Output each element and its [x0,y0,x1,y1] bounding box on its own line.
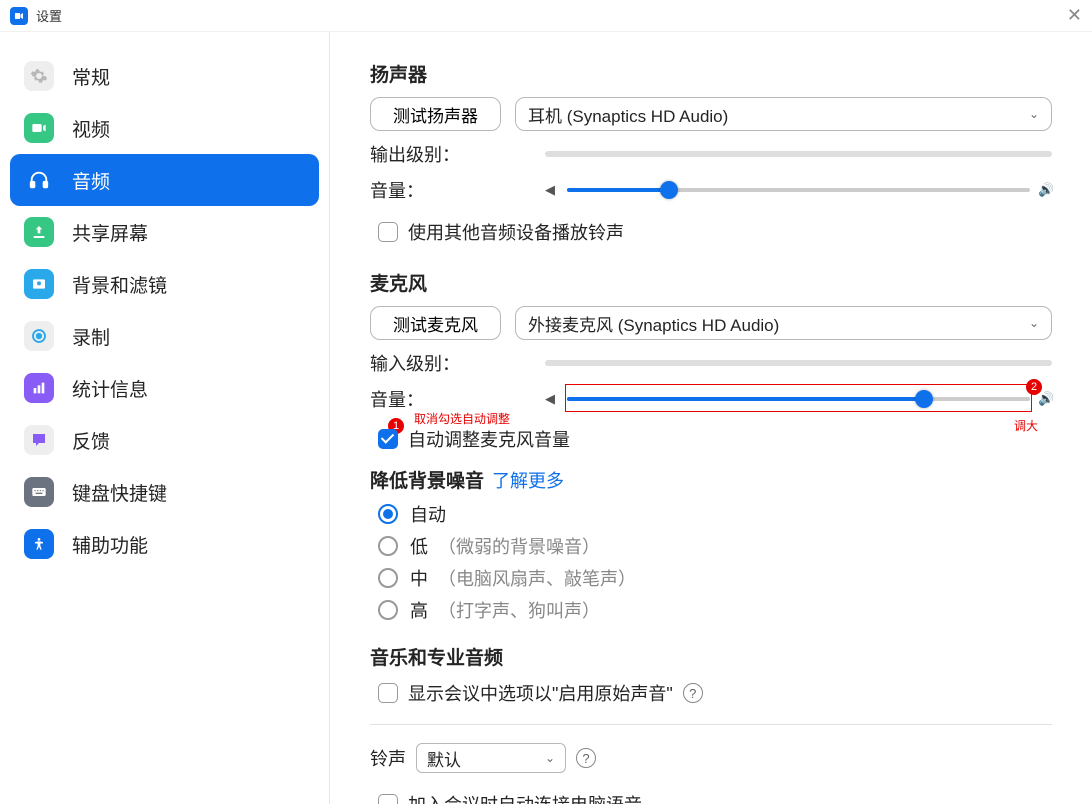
speaker-low-icon: ◀ [545,391,559,407]
sidebar-item-label: 视频 [72,115,110,142]
noise-option-label: 低 [410,533,428,559]
help-icon[interactable]: ? [576,748,596,768]
video-icon [24,113,54,143]
sidebar-item-general[interactable]: 常规 [10,50,319,102]
speaker-volume-label: 音量： [370,177,545,203]
sidebar-item-record[interactable]: 录制 [10,310,319,362]
feedback-icon [24,425,54,455]
mic-device-value: 外接麦克风 (Synaptics HD Audio) [528,311,779,336]
input-level-meter [545,360,1052,366]
chevron-down-icon: ⌄ [1029,316,1039,330]
noise-option-hint: （微弱的背景噪音） [438,533,600,559]
gear-icon [24,61,54,91]
sidebar-item-stats[interactable]: 统计信息 [10,362,319,414]
keyboard-icon [24,477,54,507]
annotation-text-1: 取消勾选自动调整 [414,410,510,427]
sidebar-item-label: 常规 [72,63,110,90]
window-title: 设置 [36,6,62,25]
noise-radio-auto[interactable] [378,504,398,524]
sidebar-item-label: 键盘快捷键 [72,479,167,506]
sidebar-item-audio[interactable]: 音频 [10,154,319,206]
noise-section-title: 降低背景噪音 [370,466,484,493]
background-icon [24,269,54,299]
sidebar-item-share[interactable]: 共享屏幕 [10,206,319,258]
speaker-low-icon: ◀ [545,182,559,198]
noise-option-hint: （打字声、狗叫声） [438,597,600,623]
sidebar-item-label: 音频 [72,167,110,194]
sidebar-item-label: 统计信息 [72,375,148,402]
noise-radio-high[interactable] [378,600,398,620]
test-mic-button[interactable]: 测试麦克风 [370,306,501,340]
help-icon[interactable]: ? [683,683,703,703]
sidebar: 常规 视频 音频 共享屏幕 背景和滤镜 录制 统计信息 反馈 [0,32,330,804]
chevron-down-icon: ⌄ [1029,107,1039,121]
speaker-high-icon: 🔊 [1038,391,1052,407]
speaker-volume-slider[interactable]: ◀ 🔊 [545,182,1052,198]
noise-radio-mid[interactable] [378,568,398,588]
microphone-section-title: 麦克风 [370,269,1052,296]
auto-adjust-mic-label: 自动调整麦克风音量 [408,426,570,452]
close-icon[interactable]: ✕ [1067,5,1082,26]
mic-volume-slider[interactable]: ◀ 2 调大 🔊 [545,391,1052,407]
noise-option-label: 自动 [410,501,446,527]
sidebar-item-keyboard[interactable]: 键盘快捷键 [10,466,319,518]
ringtone-label: 铃声 [370,745,406,771]
record-icon [24,321,54,351]
auto-connect-audio-label: 加入会议时自动连接电脑语音 [408,791,642,804]
mic-device-dropdown[interactable]: 外接麦克风 (Synaptics HD Audio) ⌄ [515,306,1052,340]
ringtone-dropdown[interactable]: 默认 ⌄ [416,743,566,773]
noise-option-label: 高 [410,597,428,623]
other-audio-device-label: 使用其他音频设备播放铃声 [408,219,624,245]
output-level-label: 输出级别： [370,141,545,167]
app-icon [10,7,28,25]
music-section-title: 音乐和专业音频 [370,643,1052,670]
input-level-label: 输入级别： [370,350,545,376]
auto-connect-audio-checkbox[interactable] [378,794,398,804]
stats-icon [24,373,54,403]
mic-volume-label: 音量： [370,386,545,412]
test-speaker-button[interactable]: 测试扬声器 [370,97,501,131]
auto-adjust-mic-checkbox[interactable] [378,429,398,449]
accessibility-icon [24,529,54,559]
sidebar-item-label: 共享屏幕 [72,219,148,246]
sidebar-item-feedback[interactable]: 反馈 [10,414,319,466]
noise-option-hint: （电脑风扇声、敲笔声） [438,565,636,591]
noise-option-label: 中 [410,565,428,591]
noise-learn-more-link[interactable]: 了解更多 [492,467,564,493]
sidebar-item-label: 辅助功能 [72,531,148,558]
speaker-device-value: 耳机 (Synaptics HD Audio) [528,102,728,127]
chevron-down-icon: ⌄ [545,751,555,765]
main-panel: 扬声器 测试扬声器 耳机 (Synaptics HD Audio) ⌄ 输出级别… [330,32,1092,804]
original-sound-label: 显示会议中选项以"启用原始声音" [408,680,673,706]
sidebar-item-video[interactable]: 视频 [10,102,319,154]
original-sound-checkbox[interactable] [378,683,398,703]
sidebar-item-background[interactable]: 背景和滤镜 [10,258,319,310]
sidebar-item-accessibility[interactable]: 辅助功能 [10,518,319,570]
noise-radio-low[interactable] [378,536,398,556]
other-audio-device-checkbox[interactable] [378,222,398,242]
sidebar-item-label: 反馈 [72,427,110,454]
divider [370,724,1052,725]
speaker-section-title: 扬声器 [370,60,1052,87]
ringtone-value: 默认 [427,746,461,771]
speaker-high-icon: 🔊 [1038,182,1052,198]
share-icon [24,217,54,247]
sidebar-item-label: 录制 [72,323,110,350]
speaker-device-dropdown[interactable]: 耳机 (Synaptics HD Audio) ⌄ [515,97,1052,131]
sidebar-item-label: 背景和滤镜 [72,271,167,298]
output-level-meter [545,151,1052,157]
headphones-icon [24,165,54,195]
